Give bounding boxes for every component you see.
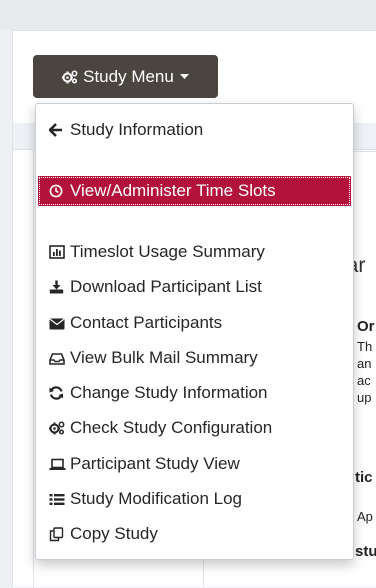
menu-item-label: Participant Study View <box>70 454 240 473</box>
menu-item-label: Check Study Configuration <box>70 418 273 437</box>
menu-item-study-modification-log[interactable]: Study Modification Log <box>36 484 353 514</box>
menu-item-download-participant-list[interactable]: Download Participant List <box>36 272 353 302</box>
caret-down-icon <box>179 73 189 80</box>
clock-icon <box>49 183 69 199</box>
menu-item-label: Change Study Information <box>70 383 268 402</box>
menu-item-label: Study Modification Log <box>70 489 242 508</box>
download-icon <box>49 279 69 295</box>
laptop-icon <box>49 456 69 472</box>
arrow-left-icon <box>49 122 69 138</box>
menu-item-contact-participants[interactable]: Contact Participants <box>36 308 353 338</box>
background-bold-fragment: stu <box>355 543 376 560</box>
background-text-fragment: ac <box>357 373 371 388</box>
gears-icon <box>49 420 69 436</box>
menu-item-label: View/Administer Time Slots <box>70 181 276 200</box>
gears-icon <box>62 70 78 84</box>
study-menu-label: Study Menu <box>83 66 174 86</box>
menu-item-change-study-information[interactable]: Change Study Information <box>36 378 353 408</box>
background-bold-fragment: tic <box>355 469 373 486</box>
background-text-fragment: Th <box>357 339 373 354</box>
menu-item-copy-study[interactable]: Copy Study <box>36 519 353 549</box>
background-text-fragment: up <box>357 390 372 405</box>
inbox-icon <box>49 350 69 366</box>
top-strip <box>0 0 376 30</box>
menu-item-view-bulk-mail-summary[interactable]: View Bulk Mail Summary <box>36 343 353 373</box>
background-bold-fragment: Or <box>357 318 375 335</box>
list-icon <box>49 491 69 507</box>
menu-item-view-administer-time-slots[interactable]: View/Administer Time Slots <box>38 176 351 206</box>
menu-item-label: Study Information <box>70 120 204 139</box>
study-menu-button[interactable]: Study Menu <box>33 55 218 98</box>
menu-item-participant-study-view[interactable]: Participant Study View <box>36 449 353 479</box>
copy-icon <box>49 526 69 542</box>
refresh-icon <box>49 385 69 401</box>
menu-item-label: Timeslot Usage Summary <box>70 242 265 261</box>
bar-chart-icon <box>49 244 69 260</box>
menu-item-label: Contact Participants <box>70 313 223 332</box>
envelope-icon <box>49 315 69 331</box>
menu-item-study-information[interactable]: Study Information <box>36 115 353 145</box>
study-dropdown-menu: Study Information View/Administer Time S… <box>35 103 354 560</box>
menu-item-label: Copy Study <box>70 524 158 543</box>
background-text-fragment: Ap <box>357 509 373 524</box>
menu-item-timeslot-usage-summary[interactable]: Timeslot Usage Summary <box>36 237 353 267</box>
menu-item-label: View Bulk Mail Summary <box>70 348 258 367</box>
background-text-fragment: an <box>357 356 372 371</box>
menu-item-check-study-configuration[interactable]: Check Study Configuration <box>36 413 353 443</box>
menu-item-label: Download Participant List <box>70 277 262 296</box>
